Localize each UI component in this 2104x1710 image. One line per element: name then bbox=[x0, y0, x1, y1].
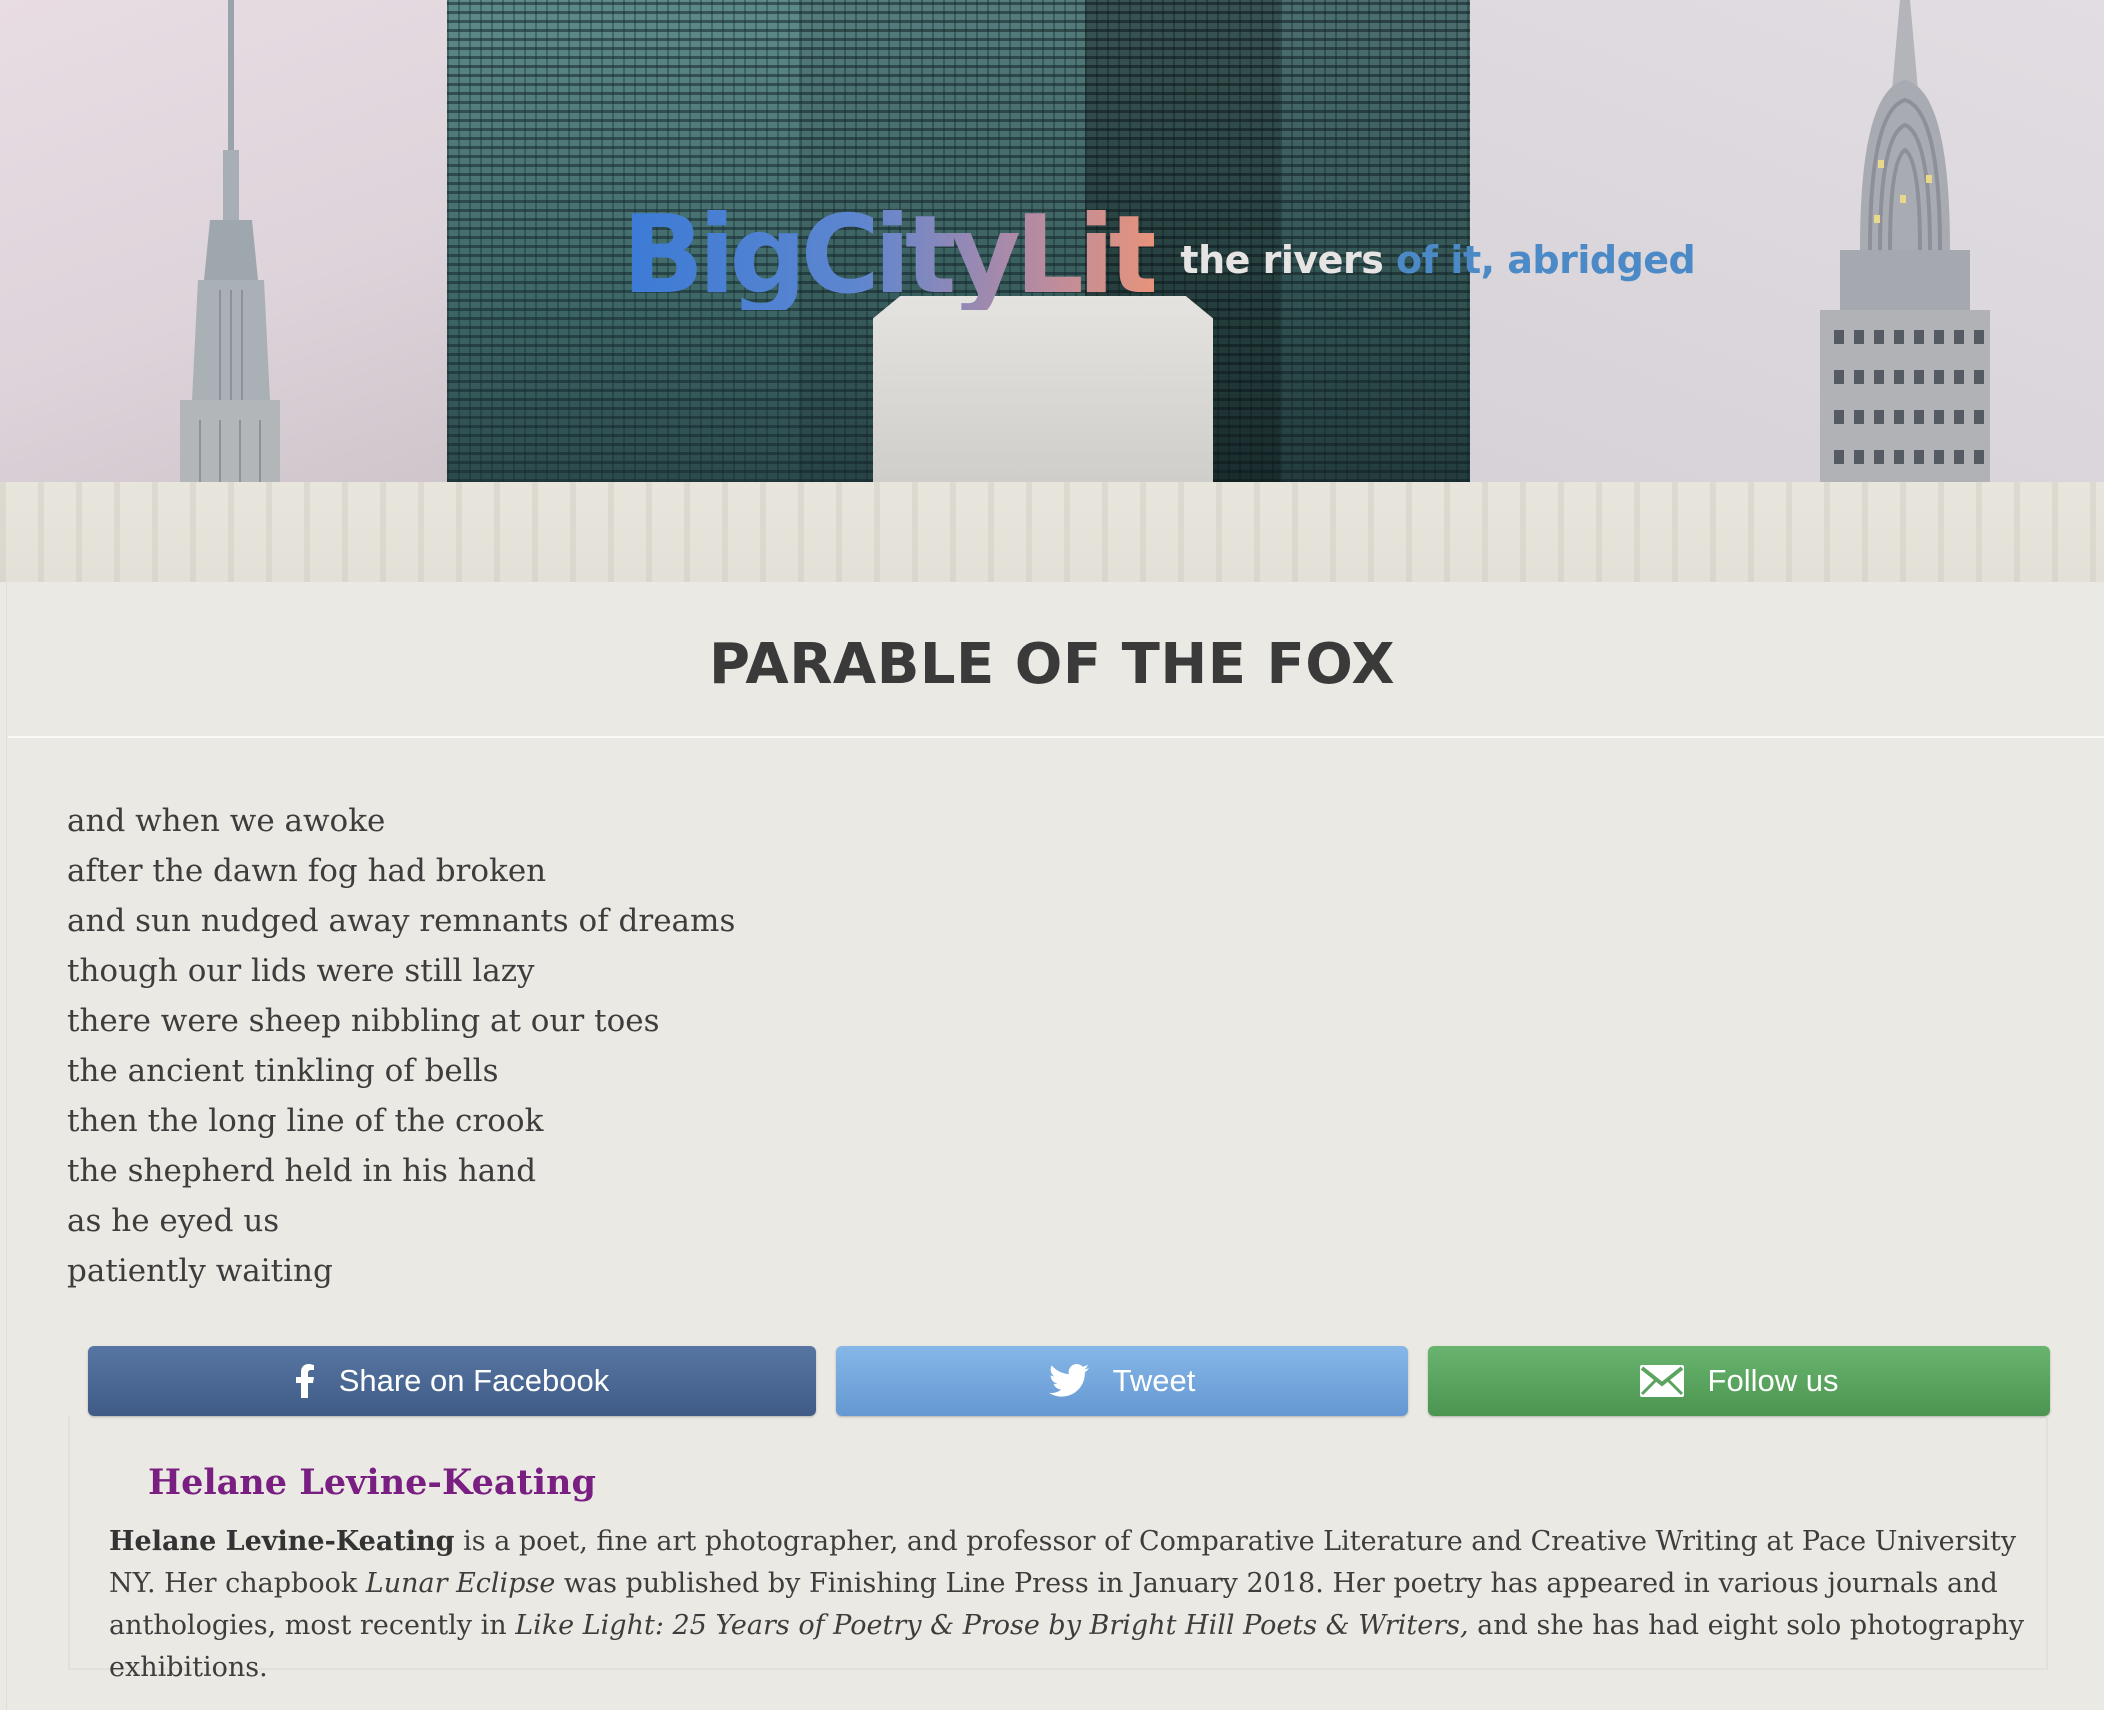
tagline-part-1: the rivers bbox=[1180, 238, 1397, 282]
poem-line: patiently waiting bbox=[67, 1253, 333, 1289]
author-name-link[interactable]: Helane Levine-Keating bbox=[148, 1462, 596, 1503]
poem-line: after the dawn fog had broken bbox=[67, 853, 547, 889]
logo-wordmark: BigCityLit bbox=[622, 193, 1160, 318]
empire-state-building-image bbox=[180, 0, 280, 482]
poem-body: and when we awoke after the dawn fog had… bbox=[67, 796, 735, 1296]
poem-line: there were sheep nibbling at our toes bbox=[67, 1003, 660, 1039]
facebook-icon bbox=[295, 1364, 315, 1398]
envelope-icon bbox=[1639, 1365, 1684, 1397]
poem-line: the ancient tinkling of bells bbox=[67, 1053, 499, 1089]
white-building bbox=[873, 296, 1213, 482]
poem-line: and sun nudged away remnants of dreams bbox=[67, 903, 736, 939]
follow-us-button[interactable]: Follow us bbox=[1428, 1346, 2050, 1416]
poem-line: as he eyed us bbox=[67, 1203, 280, 1239]
decorative-band bbox=[0, 482, 2104, 582]
title-divider bbox=[8, 736, 2104, 738]
author-bio-anthology-title: Like Light: 25 Years of Poetry & Prose b… bbox=[515, 1610, 1469, 1641]
author-bio: Helane Levine-Keating is a poet, fine ar… bbox=[109, 1521, 2039, 1689]
poem-line: the shepherd held in his hand bbox=[67, 1153, 537, 1189]
poem-line: and when we awoke bbox=[67, 803, 386, 839]
chrysler-building-image bbox=[1820, 0, 1990, 482]
poem-title: PARABLE OF THE FOX bbox=[708, 632, 1396, 697]
author-bio-book-title: Lunar Eclipse bbox=[365, 1568, 556, 1599]
tweet-button[interactable]: Tweet bbox=[836, 1346, 1408, 1416]
poem-line: then the long line of the crook bbox=[67, 1103, 544, 1139]
follow-us-button-label: Follow us bbox=[1707, 1363, 1839, 1398]
header-banner: BigCityLit the rivers of it, abridged bbox=[0, 0, 2104, 482]
tweet-button-label: Tweet bbox=[1112, 1363, 1196, 1398]
tagline-part-2: of it, abridged bbox=[1396, 238, 1696, 282]
author-bio-name: Helane Levine-Keating bbox=[109, 1526, 455, 1557]
twitter-bird-icon bbox=[1048, 1364, 1089, 1398]
site-logo[interactable]: BigCityLit the rivers of it, abridged bbox=[622, 180, 1696, 318]
poem-line: though our lids were still lazy bbox=[67, 953, 535, 989]
site-tagline: the rivers of it, abridged bbox=[1180, 238, 1695, 282]
facebook-button-label: Share on Facebook bbox=[338, 1363, 610, 1398]
share-on-facebook-button[interactable]: Share on Facebook bbox=[88, 1346, 816, 1416]
